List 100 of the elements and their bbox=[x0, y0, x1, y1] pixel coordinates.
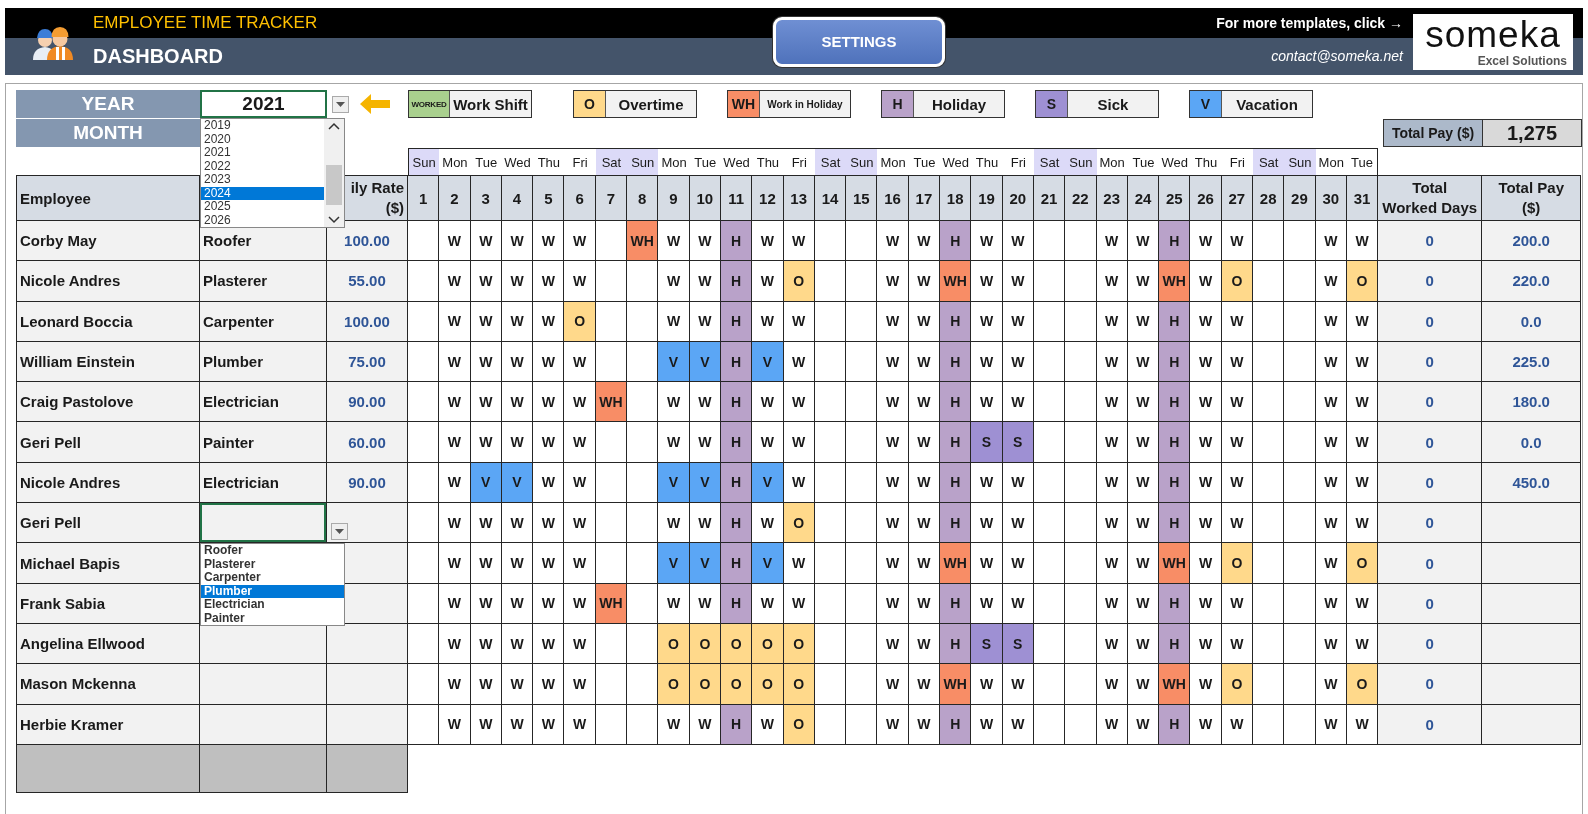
day-cell[interactable]: O bbox=[1346, 543, 1379, 584]
day-cell[interactable]: W bbox=[564, 382, 596, 423]
year-field[interactable]: 2021 bbox=[200, 90, 327, 118]
day-cell[interactable]: W bbox=[470, 422, 502, 463]
day-cell[interactable]: H bbox=[940, 583, 972, 624]
day-cell[interactable]: W bbox=[971, 261, 1003, 302]
dropdown-option[interactable]: Painter bbox=[201, 611, 344, 626]
day-cell[interactable]: W bbox=[1127, 543, 1160, 584]
day-cell[interactable]: W bbox=[689, 221, 721, 262]
day-cell[interactable]: W bbox=[1221, 503, 1253, 544]
day-cell[interactable]: W bbox=[752, 704, 784, 745]
day-cell[interactable]: W bbox=[501, 664, 534, 705]
day-cell[interactable]: W bbox=[1190, 664, 1222, 705]
day-cell[interactable]: W bbox=[564, 623, 596, 665]
day-cell[interactable]: H bbox=[1159, 221, 1191, 262]
day-cell[interactable]: W bbox=[971, 583, 1003, 624]
day-cell[interactable]: W bbox=[658, 382, 690, 423]
day-cell[interactable]: W bbox=[752, 422, 784, 463]
day-cell[interactable]: W bbox=[439, 341, 471, 383]
day-cell[interactable]: W bbox=[564, 422, 596, 463]
day-cell[interactable]: W bbox=[658, 422, 690, 463]
day-cell[interactable]: WH bbox=[940, 261, 972, 302]
day-cell[interactable]: O bbox=[783, 503, 815, 544]
day-cell[interactable]: W bbox=[658, 704, 690, 745]
day-cell[interactable]: W bbox=[1127, 261, 1160, 302]
day-cell[interactable]: W bbox=[564, 543, 596, 584]
day-cell[interactable]: W bbox=[1096, 221, 1128, 262]
day-cell[interactable]: W bbox=[971, 382, 1003, 423]
day-cell[interactable]: W bbox=[533, 623, 565, 665]
day-cell[interactable]: H bbox=[1159, 583, 1191, 624]
day-cell[interactable]: H bbox=[940, 301, 972, 342]
day-cell[interactable]: W bbox=[783, 422, 815, 463]
day-cell[interactable]: S bbox=[1002, 422, 1034, 463]
day-cell[interactable]: W bbox=[658, 301, 690, 342]
day-cell[interactable]: H bbox=[1159, 623, 1191, 665]
day-cell[interactable]: W bbox=[1190, 583, 1222, 624]
day-cell[interactable]: H bbox=[940, 623, 972, 665]
day-cell[interactable]: H bbox=[720, 503, 753, 544]
day-cell[interactable]: W bbox=[971, 341, 1003, 383]
day-cell[interactable]: W bbox=[439, 704, 471, 745]
day-cell[interactable]: W bbox=[1190, 623, 1222, 665]
day-cell[interactable]: W bbox=[877, 301, 909, 342]
day-cell[interactable]: S bbox=[971, 623, 1003, 665]
dropdown-option[interactable]: 2019 bbox=[201, 119, 324, 133]
day-cell[interactable]: WH bbox=[940, 664, 972, 705]
day-cell[interactable]: W bbox=[1002, 503, 1034, 544]
day-cell[interactable]: W bbox=[470, 261, 502, 302]
day-cell[interactable]: W bbox=[564, 583, 596, 624]
day-cell[interactable]: V bbox=[658, 543, 690, 584]
day-cell[interactable]: O bbox=[1221, 664, 1253, 705]
day-cell[interactable]: H bbox=[1159, 301, 1191, 342]
day-cell[interactable]: W bbox=[533, 422, 565, 463]
day-cell[interactable]: WH bbox=[940, 543, 972, 584]
day-cell[interactable]: H bbox=[940, 503, 972, 544]
day-cell[interactable]: W bbox=[877, 704, 909, 745]
day-cell[interactable]: H bbox=[940, 221, 972, 262]
day-cell[interactable]: W bbox=[658, 261, 690, 302]
day-cell[interactable]: W bbox=[783, 382, 815, 423]
job-select-field[interactable] bbox=[200, 503, 326, 543]
dropdown-option[interactable]: Roofer bbox=[201, 544, 344, 558]
day-cell[interactable]: W bbox=[1002, 261, 1034, 302]
day-cell[interactable]: W bbox=[908, 503, 941, 544]
day-cell[interactable]: W bbox=[971, 543, 1003, 584]
day-cell[interactable]: W bbox=[877, 583, 909, 624]
day-cell[interactable]: W bbox=[689, 422, 721, 463]
day-cell[interactable]: W bbox=[533, 221, 565, 262]
day-cell[interactable]: W bbox=[564, 664, 596, 705]
day-cell[interactable]: W bbox=[1190, 221, 1222, 262]
day-cell[interactable]: W bbox=[533, 261, 565, 302]
day-cell[interactable]: W bbox=[877, 221, 909, 262]
day-cell[interactable]: O bbox=[1346, 664, 1379, 705]
day-cell[interactable]: W bbox=[470, 382, 502, 423]
day-cell[interactable]: W bbox=[1002, 664, 1034, 705]
day-cell[interactable]: W bbox=[908, 261, 941, 302]
templates-link[interactable]: For more templates, click → bbox=[1216, 8, 1403, 38]
day-cell[interactable]: W bbox=[501, 221, 534, 262]
day-cell[interactable]: O bbox=[720, 664, 753, 705]
day-cell[interactable]: H bbox=[940, 462, 972, 504]
dropdown-option[interactable]: 2022 bbox=[201, 159, 324, 173]
day-cell[interactable]: W bbox=[658, 221, 690, 262]
day-cell[interactable]: W bbox=[470, 543, 502, 584]
day-cell[interactable]: H bbox=[720, 221, 753, 262]
day-cell[interactable]: W bbox=[877, 341, 909, 383]
day-cell[interactable]: W bbox=[501, 543, 534, 584]
day-cell[interactable]: W bbox=[1096, 664, 1128, 705]
day-cell[interactable]: W bbox=[971, 301, 1003, 342]
day-cell[interactable]: W bbox=[1190, 422, 1222, 463]
day-cell[interactable]: V bbox=[752, 341, 784, 383]
day-cell[interactable]: W bbox=[1346, 382, 1379, 423]
day-cell[interactable]: W bbox=[658, 503, 690, 544]
day-cell[interactable]: W bbox=[1127, 422, 1160, 463]
day-cell[interactable]: W bbox=[439, 221, 471, 262]
day-cell[interactable]: WH bbox=[595, 382, 628, 423]
day-cell[interactable]: W bbox=[1127, 503, 1160, 544]
day-cell[interactable]: O bbox=[689, 664, 721, 705]
day-cell[interactable]: W bbox=[877, 462, 909, 504]
day-cell[interactable]: W bbox=[877, 623, 909, 665]
day-cell[interactable]: W bbox=[1315, 664, 1347, 705]
day-cell[interactable]: V bbox=[752, 543, 784, 584]
day-cell[interactable]: H bbox=[940, 704, 972, 745]
